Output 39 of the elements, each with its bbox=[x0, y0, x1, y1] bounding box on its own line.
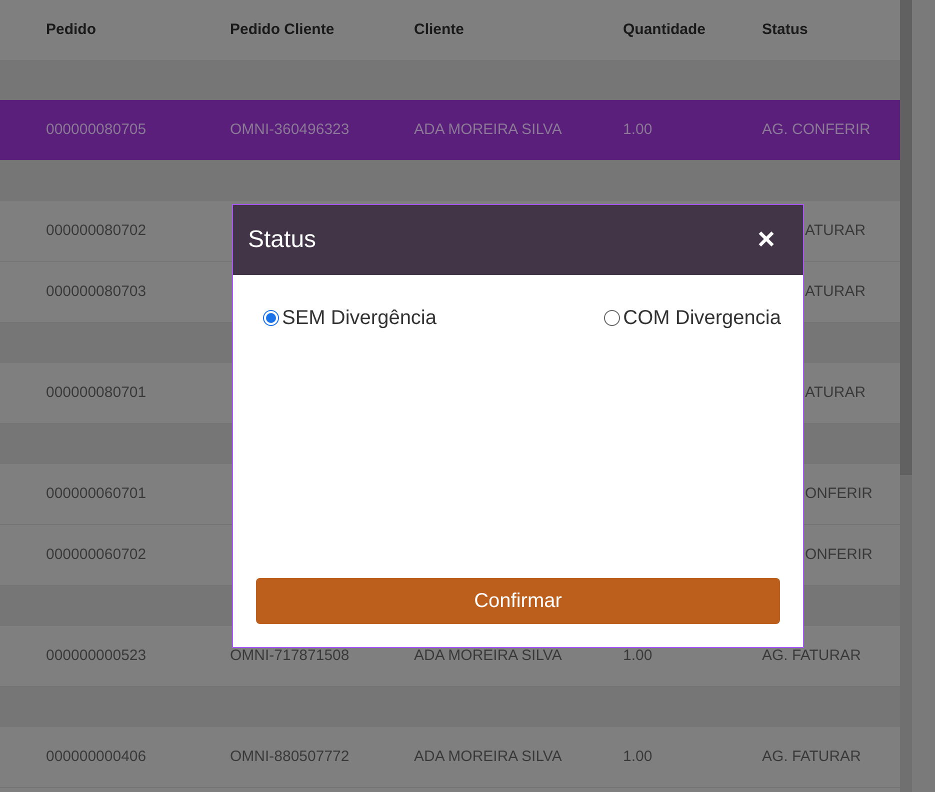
table-cell: 000000080703 bbox=[46, 283, 146, 300]
column-header: Quantidade bbox=[623, 21, 706, 38]
table-cell: ATURAR bbox=[805, 222, 866, 239]
table-cell: 000000080705 bbox=[46, 121, 146, 138]
column-header: Status bbox=[762, 21, 808, 38]
radio-label[interactable]: SEM Divergência bbox=[282, 303, 437, 333]
column-header: Pedido Cliente bbox=[230, 21, 334, 38]
table-cell: 000000060701 bbox=[46, 485, 146, 502]
table-row[interactable]: 000000080705 OMNI-360496323 ADA MOREIRA SILVA 1.00 AG. CONFERIR bbox=[0, 100, 900, 161]
column-header: Cliente bbox=[414, 21, 464, 38]
table-cell: AG. FATURAR bbox=[762, 748, 861, 765]
table-cell: 1.00 bbox=[623, 121, 652, 138]
table-cell: ONFERIR bbox=[805, 485, 872, 502]
table-cell: ONFERIR bbox=[805, 546, 872, 563]
column-header: Pedido bbox=[46, 21, 96, 38]
table-cell: AG. FATURAR bbox=[762, 647, 861, 664]
table-cell: AG. CONFERIR bbox=[762, 121, 870, 138]
table-cell: ATURAR bbox=[805, 283, 866, 300]
table-cell: 000000080701 bbox=[46, 384, 146, 401]
radio-label[interactable]: COM Divergencia bbox=[623, 303, 781, 333]
table-cell: OMNI-360496323 bbox=[230, 121, 350, 138]
table-cell: ADA MOREIRA SILVA bbox=[414, 121, 562, 138]
table-cell: 1.00 bbox=[623, 748, 652, 765]
confirm-button[interactable]: Confirmar bbox=[256, 578, 780, 624]
table-cell: 000000000406 bbox=[46, 748, 146, 765]
dialog-title: Status bbox=[248, 225, 316, 255]
table-cell: 000000060702 bbox=[46, 546, 146, 563]
table-cell: ATURAR bbox=[805, 384, 866, 401]
table-cell: ADA MOREIRA SILVA bbox=[414, 748, 562, 765]
table-cell: OMNI-880507772 bbox=[230, 748, 350, 765]
table-cell: 1.00 bbox=[623, 647, 652, 664]
table-cell: 000000080702 bbox=[46, 222, 146, 239]
scrollbar-thumb[interactable] bbox=[900, 0, 912, 475]
close-button[interactable]: × bbox=[757, 225, 775, 255]
table-cell: OMNI-717871508 bbox=[230, 647, 350, 664]
table-cell: 000000000523 bbox=[46, 647, 146, 664]
radio-button[interactable] bbox=[263, 310, 279, 326]
radio-button[interactable] bbox=[604, 310, 620, 326]
table-cell: ADA MOREIRA SILVA bbox=[414, 647, 562, 664]
